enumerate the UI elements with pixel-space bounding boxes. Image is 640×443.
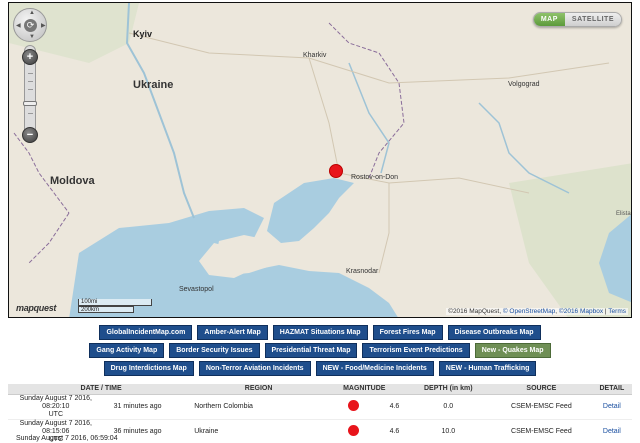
map-tiles (9, 3, 631, 317)
row-ago: 31 minutes ago (103, 394, 195, 420)
attribution-prefix: ©2016 MapQuest, (448, 308, 503, 315)
row-detail: Detail (591, 419, 632, 443)
row-source: CSEM-EMSC Feed (491, 394, 592, 420)
zoom-in-button[interactable]: + (22, 49, 38, 65)
row-source: CSEM-EMSC Feed (491, 419, 592, 443)
nav-presidential-threat-button[interactable]: Presidential Threat Map (264, 343, 358, 358)
nav-disease-outbreaks-button[interactable]: Disease Outbreaks Map (447, 325, 541, 340)
pan-left-icon[interactable]: ◀ (16, 22, 21, 29)
nav-quakes-map-button[interactable]: New - Quakes Map (474, 343, 551, 358)
map-label-elista: Elista (616, 211, 631, 217)
header-source: SOURCE (491, 384, 592, 395)
magnitude-dot-icon (347, 425, 359, 436)
row-date-text: Sunday August 7 2016, 08:15:06 (19, 419, 92, 435)
pan-control[interactable]: ▲ ▼ ◀ ▶ ⟳ (13, 8, 47, 42)
header-detail: DETAIL (591, 384, 632, 395)
map-label-moldova: Moldova (50, 175, 95, 187)
zoom-out-button[interactable]: − (22, 127, 38, 143)
partial-table-row: Sunday August 7 2016, 06:59:04 (16, 435, 118, 442)
nav-row-1: GlobalIncidentMap.com Amber-Alert Map HA… (0, 325, 640, 340)
map-label-sevastopol: Sevastopol (179, 286, 214, 293)
scale-km: 200km (78, 306, 134, 313)
zoom-slider-handle[interactable] (23, 101, 37, 106)
header-region: REGION (194, 384, 323, 395)
row-region: Northern Colombia (194, 394, 323, 420)
nav-food-medicine-button[interactable]: NEW - Food/Medicine Incidents (315, 361, 434, 376)
pan-right-icon[interactable]: ▶ (41, 22, 46, 29)
map-type-toggle[interactable]: MAP SATELLITE (532, 12, 622, 27)
zoom-tick (28, 73, 33, 74)
row-magnitude-dot (323, 419, 384, 443)
incident-map[interactable]: Kyiv Kharkiv Ukraine Volgograd Moldova R… (8, 2, 632, 318)
nav-aviation-incidents-button[interactable]: Non-Terror Aviation Incidents (198, 361, 311, 376)
row-depth: 0.0 (405, 394, 492, 420)
header-datetime: DATE / TIME (8, 384, 195, 395)
nav-row-2: Gang Activity Map Border Security Issues… (0, 343, 640, 358)
header-depth: DEPTH (in km) (405, 384, 492, 395)
row-region: Ukraine (194, 419, 323, 443)
row-depth: 10.0 (405, 419, 492, 443)
attribution-osm-link[interactable]: © OpenStreetMap (503, 308, 555, 315)
row-magnitude: 4.6 (383, 419, 406, 443)
nav-globalincidentmap-button[interactable]: GlobalIncidentMap.com (99, 325, 193, 340)
recenter-icon[interactable]: ⟳ (24, 19, 37, 32)
nav-gang-activity-button[interactable]: Gang Activity Map (89, 343, 165, 358)
map-label-kharkiv: Kharkiv (303, 52, 327, 59)
magnitude-dot-icon (347, 400, 359, 411)
attribution-terms-link[interactable]: Terms (608, 308, 626, 315)
map-label-krasnodar: Krasnodar (346, 268, 379, 275)
zoom-tick (28, 89, 33, 90)
map-label-ukraine: Ukraine (133, 79, 174, 91)
map-type-satellite-button[interactable]: SATELLITE (564, 13, 621, 26)
nav-drug-interdictions-button[interactable]: Drug Interdictions Map (103, 361, 194, 376)
nav-terrorism-predictions-button[interactable]: Terrorism Event Predictions (362, 343, 470, 358)
nav-human-trafficking-button[interactable]: NEW - Human Trafficking (438, 361, 537, 376)
header-magnitude: MAGNITUDE (323, 384, 406, 395)
incident-map-nav: GlobalIncidentMap.com Amber-Alert Map HA… (0, 322, 640, 376)
map-scale: 100mi 200km (78, 299, 152, 313)
pan-down-icon[interactable]: ▼ (29, 34, 35, 40)
nav-amber-alert-button[interactable]: Amber-Alert Map (197, 325, 268, 340)
zoom-tick (28, 113, 33, 114)
map-type-map-button[interactable]: MAP (533, 13, 565, 26)
row-date: Sunday August 7 2016, 08:20:10 UTC (8, 394, 104, 420)
nav-row-3: Drug Interdictions Map Non-Terror Aviati… (0, 361, 640, 376)
table-header-row: DATE / TIME REGION MAGNITUDE DEPTH (in k… (8, 384, 632, 395)
row-detail: Detail (591, 394, 632, 420)
mapquest-logo: mapquest (16, 303, 57, 313)
zoom-tick (28, 81, 33, 82)
nav-border-security-button[interactable]: Border Security Issues (169, 343, 260, 358)
pan-up-icon[interactable]: ▲ (29, 10, 35, 16)
detail-link[interactable]: Detail (603, 403, 621, 410)
row-date-text: Sunday August 7 2016, 08:20:10 (19, 394, 92, 410)
attribution-mapbox-link[interactable]: ©2016 Mapbox (559, 308, 603, 315)
table-row: Sunday August 7 2016, 08:20:10 UTC 31 min… (8, 394, 632, 420)
quake-marker[interactable] (329, 164, 343, 178)
map-label-rostov: Rostov-on-Don (351, 174, 399, 181)
map-attribution: ©2016 MapQuest, © OpenStreetMap, ©2016 M… (446, 308, 628, 315)
map-label-volgograd: Volgograd (508, 81, 540, 88)
row-magnitude: 4.6 (383, 394, 406, 420)
nav-forest-fires-button[interactable]: Forest Fires Map (372, 325, 443, 340)
scale-miles: 100mi (78, 299, 152, 306)
row-magnitude-dot (323, 394, 384, 420)
map-label-kyiv: Kyiv (133, 29, 153, 39)
row-date-tz: UTC (48, 410, 63, 418)
detail-link[interactable]: Detail (603, 428, 621, 435)
nav-hazmat-button[interactable]: HAZMAT Situations Map (272, 325, 368, 340)
